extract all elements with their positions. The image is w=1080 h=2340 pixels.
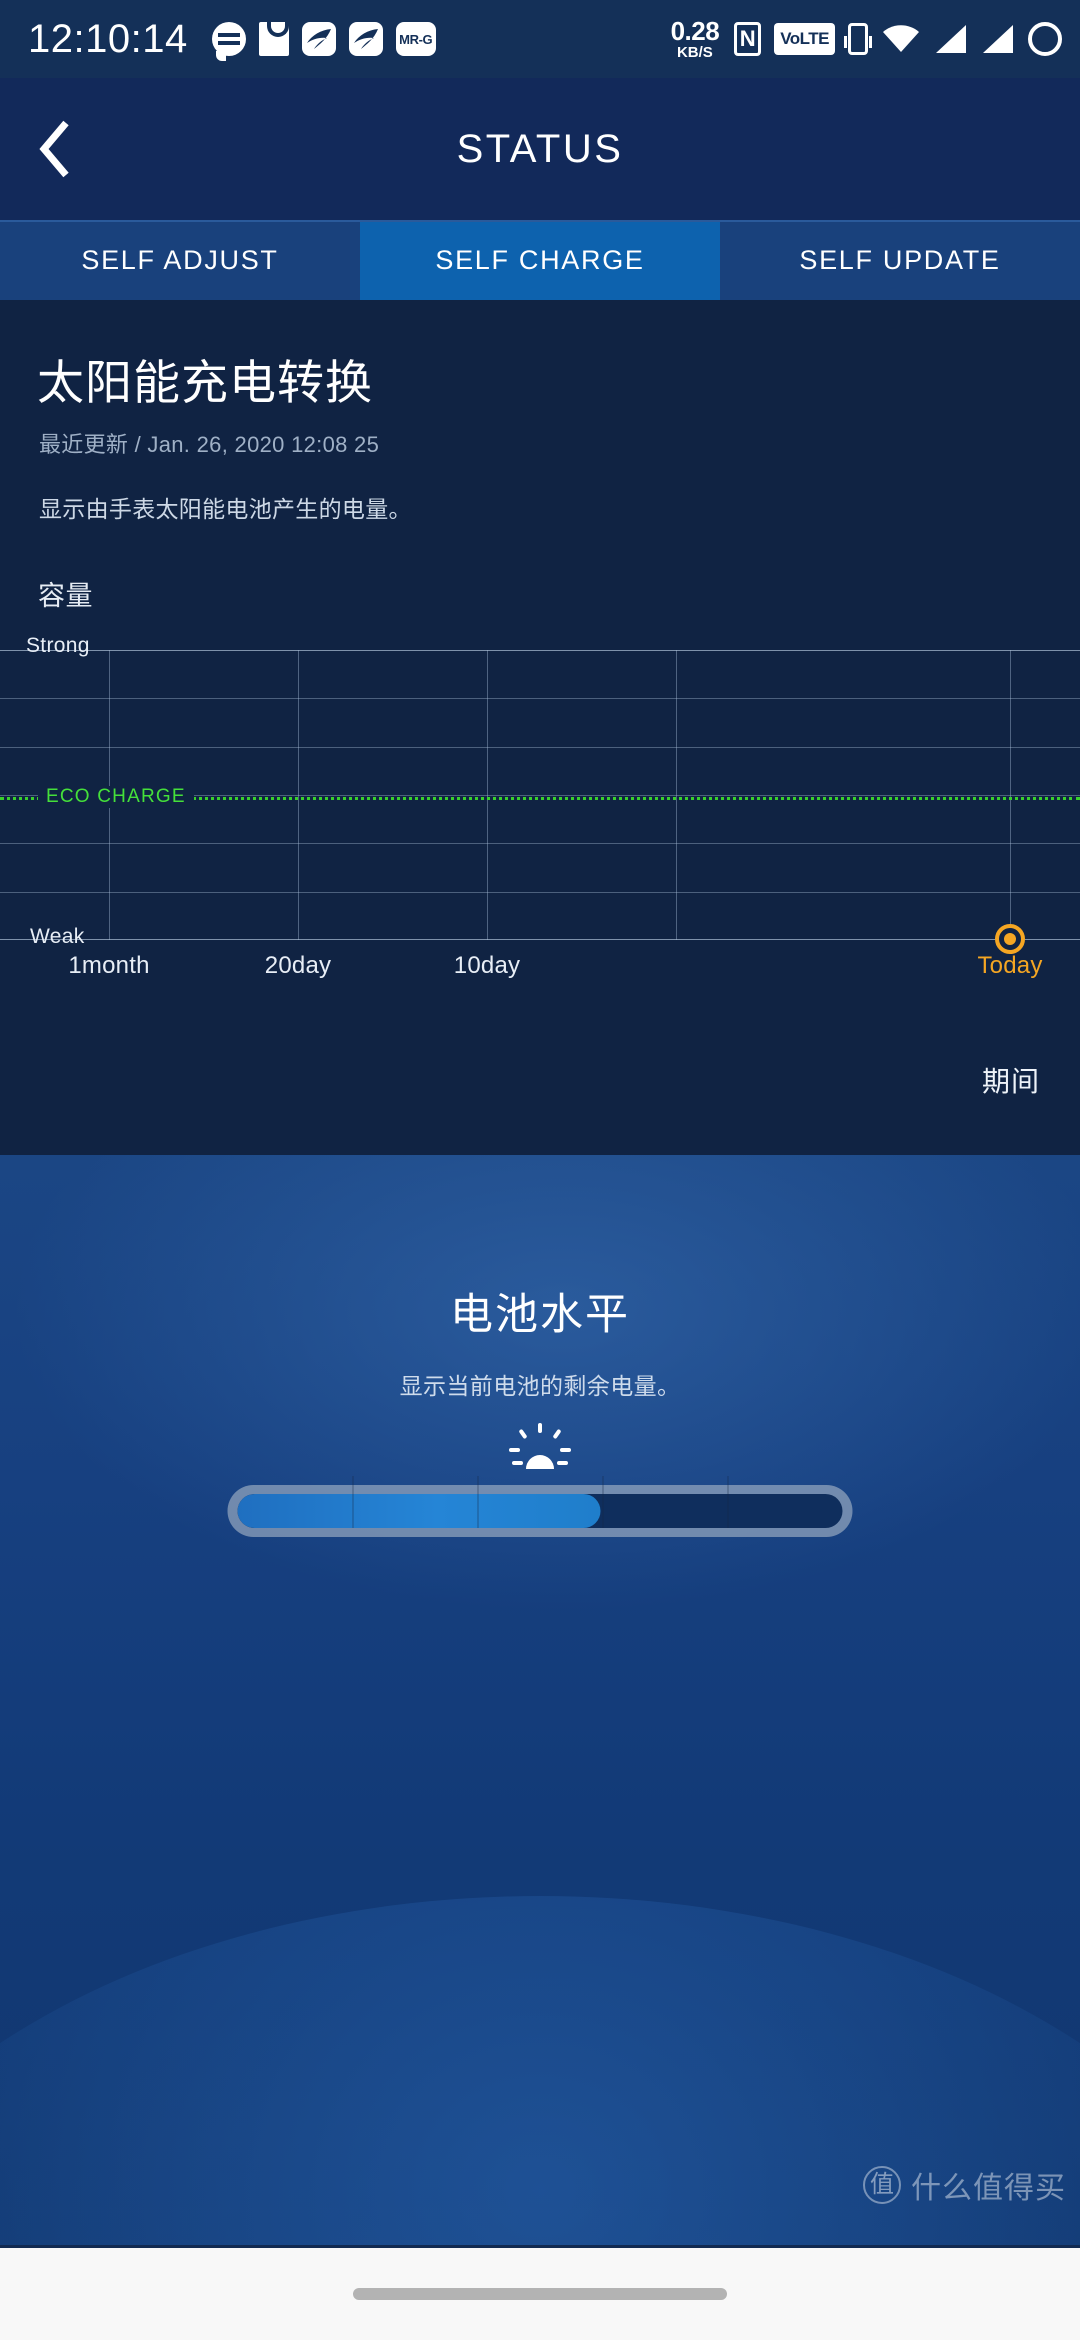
- tab-bar-top-divider: [0, 220, 1080, 222]
- x-axis-tick-20day: 20day: [264, 952, 332, 979]
- watermark-text: 什么值得买: [911, 2172, 1066, 2205]
- tab-self-adjust[interactable]: SELF ADJUST: [0, 220, 360, 300]
- wave-glyph: [353, 29, 378, 49]
- sun-icon: [507, 1423, 573, 1471]
- volte-label: VoLTE: [780, 29, 829, 48]
- status-bar-system-icons: 0.28 KB/S N VoLTE: [671, 18, 1062, 60]
- wifi-glyph: [883, 25, 919, 52]
- page-title: STATUS: [456, 126, 624, 171]
- gridline-vertical: [487, 650, 488, 940]
- gridline-horizontal: [0, 698, 1080, 699]
- x-axis-tick-10day: 10day: [453, 952, 521, 979]
- vibrate-icon: [844, 23, 872, 55]
- wave-app-icon: [348, 22, 383, 56]
- solar-last-updated: 最近更新 / Jan. 26, 2020 12:08 25: [39, 432, 380, 457]
- bag-icon: [258, 22, 289, 56]
- wifi-icon: [881, 24, 921, 54]
- capacity-axis-label: 容量: [38, 581, 93, 611]
- gridline-vertical: [298, 650, 299, 940]
- phone-screen: 12:10:14 MR-G 0.28 KB/S N VoLTE STATUS S…: [0, 0, 1080, 2340]
- battery-bar-tick: [352, 1476, 354, 1528]
- battery-bar-tick: [727, 1476, 729, 1528]
- gridline-horizontal: [0, 747, 1080, 748]
- status-bar-clock: 12:10:14: [28, 17, 188, 61]
- battery-level-bar[interactable]: [227, 1476, 853, 1537]
- tab-bar: SELF ADJUST SELF CHARGE SELF UPDATE: [0, 220, 1080, 300]
- battery-bar-fill: [237, 1494, 601, 1528]
- network-speed-icon: 0.28 KB/S: [671, 18, 720, 60]
- circle-icon: [1028, 22, 1062, 56]
- signal-glyph: [936, 25, 966, 53]
- period-axis-label: 期间: [981, 1066, 1040, 1097]
- tab-self-update[interactable]: SELF UPDATE: [720, 220, 1080, 300]
- battery-bar-tick: [477, 1476, 479, 1528]
- gridline-horizontal: [0, 843, 1080, 844]
- eco-charge-label: ECO CHARGE: [38, 786, 194, 808]
- wave-glyph: [306, 29, 331, 49]
- network-speed-unit: KB/S: [676, 44, 713, 61]
- status-bar: 12:10:14 MR-G 0.28 KB/S N VoLTE: [0, 0, 1080, 78]
- today-marker-icon[interactable]: [995, 924, 1025, 954]
- gridline-horizontal: [0, 939, 1080, 940]
- battery-bar-tick: [602, 1476, 604, 1528]
- nfc-icon: N: [734, 22, 762, 56]
- signal-glyph: [983, 25, 1013, 53]
- solar-charge-panel: 太阳能充电转换 最近更新 / Jan. 26, 2020 12:08 25 显示…: [0, 300, 1080, 1155]
- solar-section-title: 太阳能充电转换: [37, 356, 373, 409]
- status-bar-notification-icons: MR-G: [211, 22, 436, 61]
- chart-plot-area: ECO CHARGE Strong Weak: [0, 634, 1080, 954]
- watermark-badge-icon: 值: [863, 2166, 901, 2204]
- solar-capacity-chart[interactable]: ECO CHARGE Strong Weak 1month 20day 10da…: [0, 634, 1080, 979]
- signal-icon: [981, 24, 1015, 54]
- sun-glyph: [509, 1423, 571, 1469]
- battery-level-panel: 电池水平 显示当前电池的剩余电量。 值 什么值得买: [0, 1155, 1080, 2245]
- y-axis-label-strong: Strong: [26, 634, 90, 657]
- signal-icon: [934, 24, 968, 54]
- mrg-label: MR-G: [399, 31, 433, 47]
- gridline-horizontal: [0, 650, 1080, 651]
- volte-icon: VoLTE: [774, 23, 835, 55]
- tab-self-charge[interactable]: SELF CHARGE: [360, 220, 720, 300]
- gridline-vertical: [1010, 650, 1011, 940]
- battery-section-title: 电池水平: [450, 1291, 630, 1339]
- battery-bar-track: [237, 1494, 843, 1528]
- watermark: 值 什么值得买: [863, 2163, 1066, 2207]
- y-axis-label-weak: Weak: [30, 925, 85, 948]
- chat-bubble-icon: [211, 22, 246, 61]
- mrg-app-icon: MR-G: [395, 22, 436, 56]
- gridline-vertical: [676, 650, 677, 940]
- nfc-label: N: [739, 26, 756, 51]
- system-nav-bar: [0, 2248, 1080, 2340]
- x-axis-tick-today: Today: [977, 952, 1043, 979]
- app-bar: STATUS: [0, 78, 1080, 220]
- battery-description: 显示当前电池的剩余电量。: [399, 1373, 681, 1399]
- solar-description: 显示由手表太阳能电池产生的电量。: [39, 496, 412, 522]
- home-indicator[interactable]: [353, 2288, 727, 2300]
- gridline-horizontal: [0, 892, 1080, 893]
- wave-app-icon: [301, 22, 336, 56]
- network-speed-value: 0.28: [670, 16, 720, 46]
- x-axis-tick-1month: 1month: [68, 952, 150, 979]
